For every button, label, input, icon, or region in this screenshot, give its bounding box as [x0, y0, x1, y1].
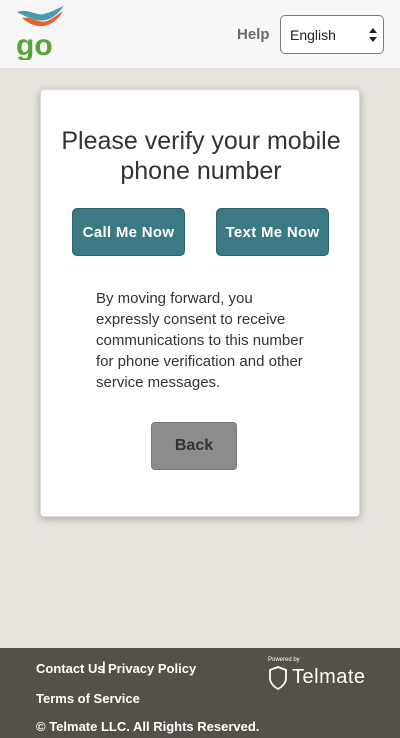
go-logo-bird-icon: go [16, 6, 64, 62]
telmate-brand[interactable]: Telmate [292, 666, 366, 689]
page-footer: Contact Us | Privacy Policy Terms of Ser… [0, 648, 400, 738]
back-button[interactable]: Back [151, 422, 237, 470]
consent-text: By moving forward, you expressly consent… [96, 290, 304, 391]
terms-of-service-link[interactable]: Terms of Service [36, 691, 140, 706]
go-logo[interactable]: go [14, 4, 68, 62]
app-header: go Help English [0, 0, 400, 69]
logo-text: go [16, 29, 53, 60]
copyright-text: © Telmate LLC. All Rights Reserved. [36, 719, 260, 734]
language-select[interactable]: English [280, 15, 384, 54]
powered-by-label: Powered by [268, 657, 300, 663]
shield-icon [269, 666, 287, 690]
page-title: Please verify your mobile phone number [61, 127, 341, 185]
select-arrows-icon [369, 28, 377, 42]
language-selected-value: English [290, 27, 336, 43]
verify-phone-card: Please verify your mobile phone number C… [40, 89, 360, 517]
text-me-now-button[interactable]: Text Me Now [216, 208, 329, 256]
help-link[interactable]: Help [237, 26, 270, 43]
call-me-now-button[interactable]: Call Me Now [72, 208, 185, 256]
contact-us-link[interactable]: Contact Us [36, 661, 105, 676]
footer-separator: | [102, 659, 106, 674]
privacy-policy-link[interactable]: Privacy Policy [108, 661, 196, 676]
